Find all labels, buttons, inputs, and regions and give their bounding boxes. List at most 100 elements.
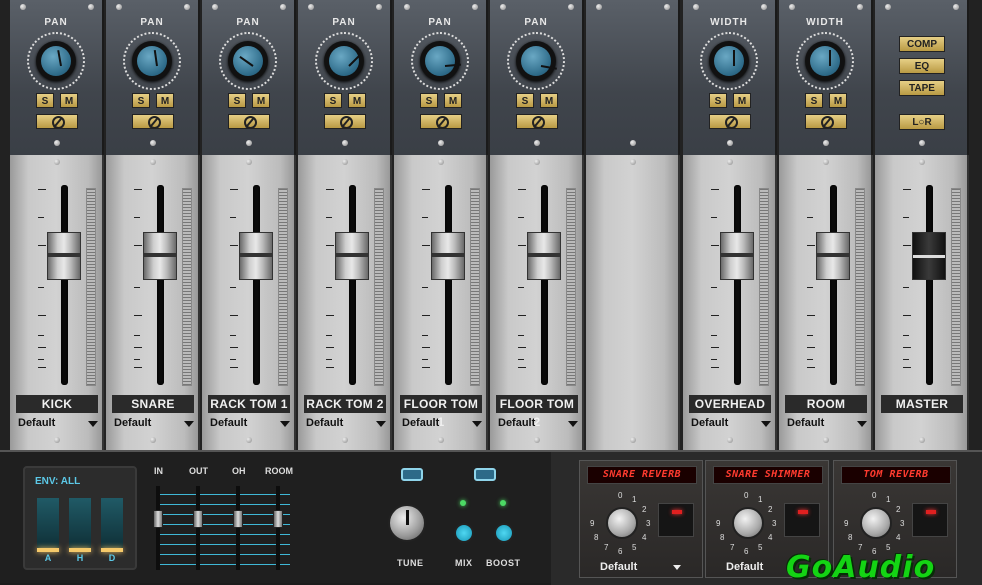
pan-knob[interactable]	[411, 32, 469, 90]
tune-link-icon[interactable]	[401, 468, 423, 481]
envelope-bar-d[interactable]	[101, 498, 123, 552]
width-knob[interactable]	[700, 32, 758, 90]
strip-top-panel: PAN S M	[10, 0, 104, 155]
mic-mix-fader-in[interactable]	[153, 510, 163, 528]
pan-knob[interactable]	[507, 32, 565, 90]
volume-fader[interactable]	[431, 232, 465, 280]
fx-preset-dropdown[interactable]: Default	[726, 561, 763, 573]
solo-button[interactable]: S	[132, 93, 150, 108]
envelope-bar-a[interactable]	[37, 498, 59, 552]
fx-name-display: TOM REVERB	[841, 466, 951, 484]
phase-button[interactable]	[228, 114, 270, 129]
comp-button[interactable]: COMP	[899, 36, 945, 52]
mic-mix-label-room: ROOM	[265, 466, 293, 476]
fx-knob[interactable]	[732, 507, 764, 539]
envelope-panel: ENV: ALL A H D	[23, 466, 137, 570]
preset-dropdown[interactable]: Default	[498, 417, 578, 431]
strip-top-panel: PAN S M	[202, 0, 296, 155]
volume-fader[interactable]	[239, 232, 273, 280]
solo-button[interactable]: S	[516, 93, 534, 108]
eq-button[interactable]: EQ	[899, 58, 945, 74]
bottom-panel: ENV: ALL A H D IN OUT OH ROOM TUNE MIX B…	[0, 450, 982, 585]
phase-icon	[725, 116, 738, 129]
envelope-bar-h[interactable]	[69, 498, 91, 552]
mic-mix-fader-out[interactable]	[193, 510, 203, 528]
mute-button[interactable]: M	[156, 93, 174, 108]
fx-enable-button[interactable]	[912, 503, 948, 537]
volume-fader[interactable]	[143, 232, 177, 280]
fx-enable-button[interactable]	[784, 503, 820, 537]
width-knob[interactable]	[796, 32, 854, 90]
preset-dropdown[interactable]: Default	[210, 417, 290, 431]
mute-button[interactable]: M	[252, 93, 270, 108]
volume-fader[interactable]	[720, 232, 754, 280]
phase-button[interactable]	[516, 114, 558, 129]
tune-knob[interactable]	[388, 504, 426, 542]
phase-button[interactable]	[709, 114, 751, 129]
fx-knob[interactable]	[606, 507, 638, 539]
boost-led	[500, 500, 506, 506]
preset-dropdown[interactable]: Default	[18, 417, 98, 431]
channel-strip-6	[586, 0, 680, 450]
phase-button[interactable]	[36, 114, 78, 129]
solo-button[interactable]: S	[228, 93, 246, 108]
solo-button[interactable]: S	[324, 93, 342, 108]
fader-track	[61, 185, 68, 385]
boost-button[interactable]	[494, 523, 514, 543]
preset-value: Default	[114, 417, 152, 429]
preset-dropdown[interactable]: Default	[787, 417, 867, 431]
preset-dropdown[interactable]: Default	[114, 417, 194, 431]
mic-mix-fader-oh[interactable]	[233, 510, 243, 528]
mute-button[interactable]: M	[444, 93, 462, 108]
mute-button[interactable]: M	[829, 93, 847, 108]
phase-icon	[340, 116, 353, 129]
fader-track	[926, 185, 933, 385]
tune-dial[interactable]	[373, 494, 441, 558]
volume-fader[interactable]	[527, 232, 561, 280]
solo-button[interactable]: S	[36, 93, 54, 108]
phase-button[interactable]	[324, 114, 366, 129]
solo-button[interactable]: S	[709, 93, 727, 108]
fx-preset-dropdown[interactable]: Default	[600, 561, 637, 573]
volume-fader[interactable]	[335, 232, 369, 280]
volume-fader[interactable]	[47, 232, 81, 280]
pan-knob[interactable]	[27, 32, 85, 90]
pan-knob[interactable]	[219, 32, 277, 90]
channel-name: FLOOR TOM 2	[496, 395, 578, 429]
mute-button[interactable]: M	[60, 93, 78, 108]
boost-link-icon[interactable]	[474, 468, 496, 481]
fx-amount-dial[interactable]: 0123456789	[590, 491, 651, 556]
phase-button[interactable]	[132, 114, 174, 129]
fx-enable-button[interactable]	[658, 503, 694, 537]
fx-scale-number: 2	[768, 505, 773, 514]
fx-amount-dial[interactable]: 0123456789	[844, 491, 904, 556]
mute-button[interactable]: M	[348, 93, 366, 108]
mute-button[interactable]: M	[540, 93, 558, 108]
fx-knob[interactable]	[860, 507, 892, 539]
strip-top-panel: WIDTH S M	[683, 0, 777, 155]
stereo-lr-button[interactable]: L○R	[899, 114, 945, 130]
preset-dropdown[interactable]: Default	[402, 417, 482, 431]
volume-fader[interactable]	[816, 232, 850, 280]
preset-dropdown[interactable]: Default	[691, 417, 771, 431]
mute-button[interactable]: M	[733, 93, 751, 108]
tape-button[interactable]: TAPE	[899, 80, 945, 96]
preset-dropdown[interactable]: Default	[306, 417, 386, 431]
mix-button[interactable]	[454, 523, 474, 543]
mic-mix-fader-room[interactable]	[273, 510, 283, 528]
solo-button[interactable]: S	[805, 93, 823, 108]
preset-value: Default	[18, 417, 56, 429]
pan-knob[interactable]	[123, 32, 181, 90]
strip-fader-panel: FLOOR TOM 1 Default	[394, 155, 488, 450]
pan-knob[interactable]	[315, 32, 373, 90]
fx-scale-number: 0	[872, 491, 877, 500]
volume-fader[interactable]	[912, 232, 946, 280]
phase-button[interactable]	[420, 114, 462, 129]
channel-strip-3: PAN S M RACK TOM 2 Default	[298, 0, 392, 450]
fx-amount-dial[interactable]: 0123456789	[716, 491, 776, 556]
fx-scale-number: 3	[646, 519, 651, 528]
solo-button[interactable]: S	[420, 93, 438, 108]
channel-strip-7: WIDTH S M OVERHEAD Default	[683, 0, 777, 450]
phase-button[interactable]	[805, 114, 847, 129]
chevron-down-icon	[280, 421, 290, 427]
